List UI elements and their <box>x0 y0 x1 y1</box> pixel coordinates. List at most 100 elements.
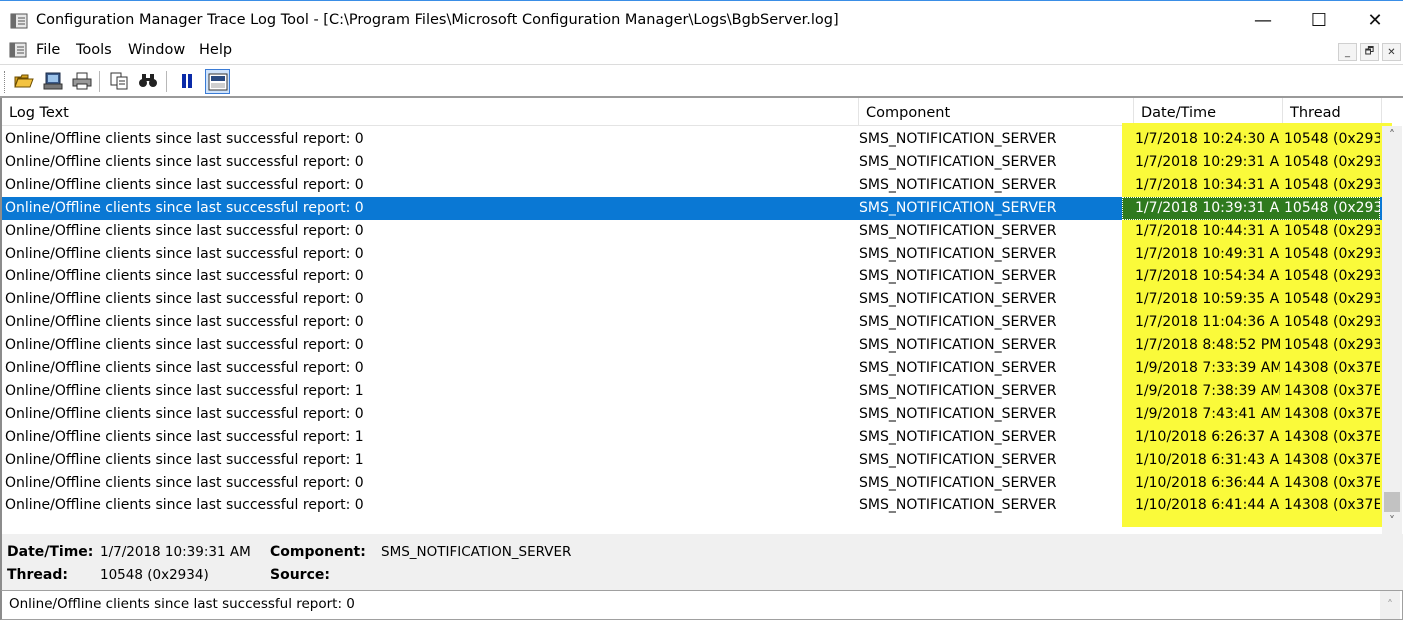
message-scroll-up-button[interactable]: ˄ <box>1380 591 1400 619</box>
table-row[interactable]: Online/Offline clients since last succes… <box>2 265 1382 288</box>
mdi-restore-button[interactable]: 🗗 <box>1360 43 1379 61</box>
print-button[interactable] <box>71 70 93 92</box>
table-row[interactable]: Online/Offline clients since last succes… <box>2 494 1382 517</box>
toolbar-grip[interactable] <box>4 71 7 93</box>
thread-cell: 10548 (0x2934) <box>1284 291 1380 308</box>
vertical-scrollbar[interactable]: ˄ ˅ <box>1382 126 1402 534</box>
table-row[interactable]: Online/Offline clients since last succes… <box>2 151 1382 174</box>
thread-cell: 14308 (0x37E4) <box>1284 451 1380 468</box>
toolbar <box>0 64 1403 98</box>
mdi-close-button[interactable]: ✕ <box>1382 43 1401 61</box>
mdi-minimize-button[interactable]: _ <box>1338 43 1357 61</box>
log-text-cell: Online/Offline clients since last succes… <box>5 474 364 491</box>
maximize-button[interactable]: ☐ <box>1291 5 1347 35</box>
thread-cell: 14308 (0x37E4) <box>1284 405 1380 422</box>
thread-cell: 10548 (0x2934) <box>1284 176 1380 193</box>
component-cell: SMS_NOTIFICATION_SERVER <box>859 360 1057 376</box>
column-header-datetime[interactable]: Date/Time <box>1134 98 1283 126</box>
pause-icon <box>182 74 192 88</box>
highlight-toggle-button[interactable] <box>205 69 230 94</box>
pause-button[interactable] <box>176 70 198 92</box>
datetime-cell: 1/10/2018 6:26:37 AM <box>1135 428 1280 445</box>
log-text-cell: Online/Offline clients since last succes… <box>5 382 364 399</box>
find-icon <box>139 74 157 87</box>
component-cell: SMS_NOTIFICATION_SERVER <box>859 451 1057 468</box>
copy-button[interactable] <box>108 70 130 92</box>
log-text-cell: Online/Offline clients since last succes… <box>5 222 364 239</box>
scroll-up-button[interactable]: ˄ <box>1382 126 1402 144</box>
datetime-cell: 1/7/2018 10:44:31 AM <box>1135 222 1280 239</box>
close-button[interactable]: ✕ <box>1347 5 1403 35</box>
details-pane: Date/Time: 1/7/2018 10:39:31 AM Componen… <box>0 534 1403 590</box>
table-row[interactable]: Online/Offline clients since last succes… <box>2 174 1382 197</box>
log-text-cell: Online/Offline clients since last succes… <box>5 199 364 216</box>
scroll-down-button[interactable]: ˅ <box>1382 512 1402 530</box>
table-row[interactable]: Online/Offline clients since last succes… <box>2 128 1382 151</box>
datetime-cell: 1/7/2018 10:34:31 AM <box>1135 176 1280 193</box>
component-value: SMS_NOTIFICATION_SERVER <box>381 544 572 560</box>
datetime-cell: 1/10/2018 6:36:44 AM <box>1135 474 1280 491</box>
minimize-icon: — <box>1254 9 1272 31</box>
table-row[interactable]: Online/Offline clients since last succes… <box>2 426 1382 449</box>
window-title: Configuration Manager Trace Log Tool - [… <box>36 12 839 28</box>
table-row[interactable]: Online/Offline clients since last succes… <box>2 288 1382 311</box>
datetime-cell: 1/9/2018 7:33:39 AM <box>1135 360 1280 376</box>
minimize-button[interactable]: — <box>1235 5 1291 35</box>
chevron-up-icon: ˄ <box>1387 598 1393 612</box>
datetime-cell: 1/7/2018 8:48:52 PM <box>1135 337 1280 354</box>
column-header-component[interactable]: Component <box>859 98 1134 126</box>
table-row[interactable]: Online/Offline clients since last succes… <box>2 334 1382 357</box>
open-button[interactable] <box>13 70 35 92</box>
table-row[interactable]: Online/Offline clients since last succes… <box>2 311 1382 334</box>
app-icon <box>10 13 28 29</box>
thread-label: Thread: <box>7 567 68 583</box>
table-row[interactable]: Online/Offline clients since last succes… <box>2 357 1382 380</box>
datetime-label: Date/Time: <box>7 544 94 560</box>
find-button[interactable] <box>137 70 159 92</box>
menu-window[interactable]: Window <box>128 42 185 58</box>
table-row[interactable]: Online/Offline clients since last succes… <box>2 380 1382 403</box>
table-row[interactable]: Online/Offline clients since last succes… <box>2 243 1382 266</box>
log-text-cell: Online/Offline clients since last succes… <box>5 360 364 376</box>
document-icon[interactable] <box>9 42 27 58</box>
table-row[interactable]: Online/Offline clients since last succes… <box>2 196 1382 220</box>
print-setup-button[interactable] <box>42 70 64 92</box>
table-row[interactable]: Online/Offline clients since last succes… <box>2 403 1382 426</box>
mdi-minimize-icon: _ <box>1345 46 1350 58</box>
component-cell: SMS_NOTIFICATION_SERVER <box>859 199 1057 216</box>
component-cell: SMS_NOTIFICATION_SERVER <box>859 337 1057 354</box>
menu-file[interactable]: File <box>36 42 60 58</box>
print-icon <box>72 72 92 90</box>
component-cell: SMS_NOTIFICATION_SERVER <box>859 222 1057 239</box>
table-row[interactable]: Online/Offline clients since last succes… <box>2 449 1382 472</box>
component-cell: SMS_NOTIFICATION_SERVER <box>859 176 1057 193</box>
datetime-cell: 1/7/2018 11:04:36 AM <box>1135 314 1280 331</box>
toolbar-separator <box>166 71 167 92</box>
print-setup-icon <box>43 72 63 90</box>
component-label: Component: <box>270 544 366 560</box>
thread-cell: 14308 (0x37E4) <box>1284 382 1380 399</box>
log-text-cell: Online/Offline clients since last succes… <box>5 153 364 170</box>
menu-tools[interactable]: Tools <box>76 42 112 58</box>
table-row[interactable]: Online/Offline clients since last succes… <box>2 220 1382 243</box>
list-header: Log Text Component Date/Time Thread <box>2 98 1382 126</box>
column-header-log-text[interactable]: Log Text <box>2 98 859 126</box>
column-header-thread[interactable]: Thread <box>1283 98 1382 126</box>
highlight-icon <box>208 73 227 90</box>
datetime-value: 1/7/2018 10:39:31 AM <box>100 544 251 560</box>
menu-help[interactable]: Help <box>199 42 232 58</box>
toolbar-separator <box>99 71 100 92</box>
log-text-cell: Online/Offline clients since last succes… <box>5 451 364 468</box>
thread-value: 10548 (0x2934) <box>100 567 209 583</box>
table-row[interactable]: Online/Offline clients since last succes… <box>2 472 1382 495</box>
datetime-cell: 1/9/2018 7:43:41 AM <box>1135 405 1280 422</box>
datetime-cell: 1/10/2018 6:31:43 AM <box>1135 451 1280 468</box>
thread-cell: 10548 (0x2934) <box>1284 245 1380 262</box>
log-text-cell: Online/Offline clients since last succes… <box>5 131 364 147</box>
scroll-thumb[interactable] <box>1384 492 1400 512</box>
message-textbox[interactable]: Online/Offline clients since last succes… <box>0 590 1403 620</box>
log-text-cell: Online/Offline clients since last succes… <box>5 245 364 262</box>
copy-icon <box>110 72 128 90</box>
log-list[interactable]: Log Text Component Date/Time Thread Onli… <box>0 98 1403 534</box>
component-cell: SMS_NOTIFICATION_SERVER <box>859 474 1057 491</box>
